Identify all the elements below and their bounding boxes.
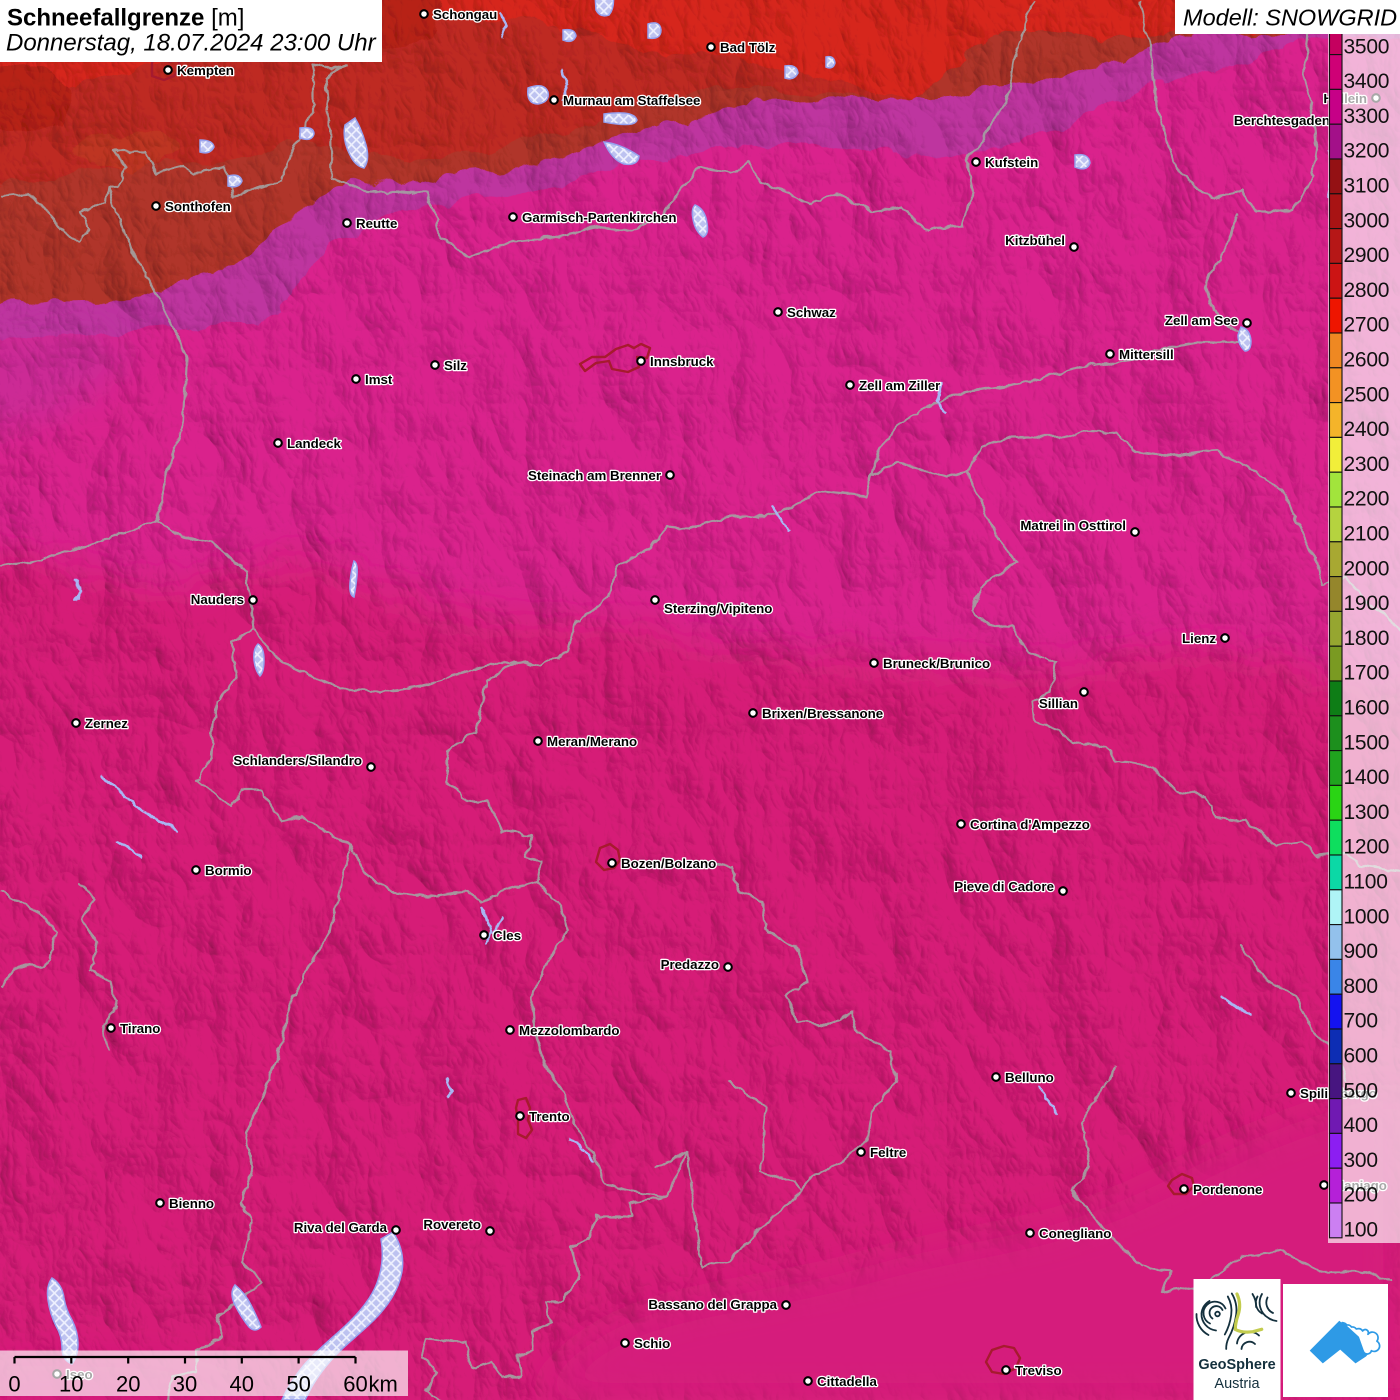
svg-text:50: 50 xyxy=(286,1372,310,1397)
svg-text:Nauders: Nauders xyxy=(191,592,244,607)
svg-text:Rovereto: Rovereto xyxy=(423,1217,481,1232)
svg-text:Riva del Garda: Riva del Garda xyxy=(294,1220,388,1235)
svg-text:Murnau am Staffelsee: Murnau am Staffelsee xyxy=(563,93,700,108)
svg-text:Berchtesgaden: Berchtesgaden xyxy=(1234,113,1330,128)
svg-text:Schlanders/Silandro: Schlanders/Silandro xyxy=(233,753,362,768)
svg-text:700: 700 xyxy=(1344,1010,1378,1033)
svg-text:Zell am See: Zell am See xyxy=(1165,313,1238,328)
svg-text:3500: 3500 xyxy=(1344,35,1390,58)
svg-text:1700: 1700 xyxy=(1344,662,1390,685)
svg-text:20: 20 xyxy=(116,1372,140,1397)
svg-text:Bad Tölz: Bad Tölz xyxy=(720,40,776,55)
svg-text:Mezzolombardo: Mezzolombardo xyxy=(519,1023,619,1038)
svg-text:Cittadella: Cittadella xyxy=(817,1374,877,1389)
svg-text:Modell: SNOWGRID: Modell: SNOWGRID xyxy=(1183,5,1397,31)
svg-text:Sonthofen: Sonthofen xyxy=(165,199,231,214)
svg-text:Innsbruck: Innsbruck xyxy=(650,354,714,369)
svg-text:Lienz: Lienz xyxy=(1182,631,1216,646)
svg-text:Matrei in Osttirol: Matrei in Osttirol xyxy=(1020,518,1126,533)
svg-text:3300: 3300 xyxy=(1344,105,1390,128)
svg-text:Garmisch-Partenkirchen: Garmisch-Partenkirchen xyxy=(522,210,676,225)
svg-text:1900: 1900 xyxy=(1344,592,1390,615)
svg-text:Reutte: Reutte xyxy=(356,216,397,231)
svg-text:1000: 1000 xyxy=(1344,905,1390,928)
svg-text:0: 0 xyxy=(8,1372,20,1397)
svg-text:1400: 1400 xyxy=(1344,766,1390,789)
svg-text:Bormio: Bormio xyxy=(205,863,252,878)
svg-text:Trento: Trento xyxy=(529,1109,570,1124)
svg-text:1200: 1200 xyxy=(1344,836,1390,859)
svg-text:1600: 1600 xyxy=(1344,697,1390,720)
svg-text:Brixen/Bressanone: Brixen/Bressanone xyxy=(762,706,883,721)
svg-text:Sillian: Sillian xyxy=(1039,696,1078,711)
svg-text:2800: 2800 xyxy=(1344,279,1390,302)
svg-text:Zell am Ziller: Zell am Ziller xyxy=(859,378,940,393)
svg-text:Pieve di Cadore: Pieve di Cadore xyxy=(954,879,1054,894)
svg-text:2000: 2000 xyxy=(1344,557,1390,580)
svg-text:Bassano del Grappa: Bassano del Grappa xyxy=(648,1297,777,1312)
svg-text:300: 300 xyxy=(1344,1149,1378,1172)
svg-text:Bozen/Bolzano: Bozen/Bolzano xyxy=(621,856,716,871)
svg-text:1300: 1300 xyxy=(1344,801,1390,824)
svg-text:Donnerstag, 18.07.2024 23:00 U: Donnerstag, 18.07.2024 23:00 Uhr xyxy=(6,30,377,57)
svg-text:2400: 2400 xyxy=(1344,418,1390,441)
svg-text:600: 600 xyxy=(1344,1045,1378,1068)
svg-text:Imst: Imst xyxy=(365,372,393,387)
svg-text:1100: 1100 xyxy=(1344,871,1388,894)
svg-text:Landeck: Landeck xyxy=(287,436,342,451)
svg-text:2300: 2300 xyxy=(1344,453,1390,476)
svg-text:900: 900 xyxy=(1344,940,1378,963)
svg-text:Bruneck/Brunico: Bruneck/Brunico xyxy=(883,656,990,671)
svg-text:Schongau: Schongau xyxy=(433,7,497,22)
svg-text:60: 60 xyxy=(343,1372,367,1397)
svg-text:Predazzo: Predazzo xyxy=(661,957,719,972)
svg-text:Conegliano: Conegliano xyxy=(1039,1226,1111,1241)
svg-text:10: 10 xyxy=(59,1372,83,1397)
svg-text:2600: 2600 xyxy=(1344,349,1390,372)
svg-text:Sterzing/Vipiteno: Sterzing/Vipiteno xyxy=(664,601,772,616)
svg-text:Belluno: Belluno xyxy=(1005,1070,1054,1085)
svg-text:Treviso: Treviso xyxy=(1015,1363,1062,1378)
svg-text:100: 100 xyxy=(1344,1219,1378,1242)
svg-text:2500: 2500 xyxy=(1344,383,1390,406)
svg-text:Pordenone: Pordenone xyxy=(1193,1182,1262,1197)
svg-text:Schneefallgrenze [m]: Schneefallgrenze [m] xyxy=(7,5,244,32)
svg-text:400: 400 xyxy=(1344,1114,1378,1137)
svg-text:Mittersill: Mittersill xyxy=(1119,347,1174,362)
svg-text:30: 30 xyxy=(173,1372,197,1397)
svg-text:2900: 2900 xyxy=(1344,244,1390,267)
svg-text:Schwaz: Schwaz xyxy=(787,305,836,320)
svg-text:3100: 3100 xyxy=(1344,175,1390,198)
svg-text:Kitzbühel: Kitzbühel xyxy=(1005,233,1065,248)
svg-text:Cles: Cles xyxy=(493,928,521,943)
svg-text:Tirano: Tirano xyxy=(120,1021,160,1036)
svg-text:2200: 2200 xyxy=(1344,488,1390,511)
svg-text:km: km xyxy=(369,1372,398,1397)
svg-text:3000: 3000 xyxy=(1344,209,1390,232)
svg-text:Steinach am Brenner: Steinach am Brenner xyxy=(528,468,661,483)
svg-text:500: 500 xyxy=(1344,1079,1378,1102)
svg-text:Feltre: Feltre xyxy=(870,1145,906,1160)
svg-text:2700: 2700 xyxy=(1344,314,1390,337)
svg-text:Zernez: Zernez xyxy=(85,716,128,731)
svg-text:40: 40 xyxy=(230,1372,254,1397)
svg-text:Meran/Merano: Meran/Merano xyxy=(547,734,637,749)
svg-text:Schio: Schio xyxy=(634,1336,670,1351)
svg-text:Kufstein: Kufstein xyxy=(985,155,1038,170)
svg-text:GeoSphere: GeoSphere xyxy=(1198,1357,1275,1373)
svg-text:3400: 3400 xyxy=(1344,70,1390,93)
svg-text:3200: 3200 xyxy=(1344,140,1390,163)
svg-text:Bienno: Bienno xyxy=(169,1196,214,1211)
svg-text:Kempten: Kempten xyxy=(177,63,234,78)
svg-text:800: 800 xyxy=(1344,975,1378,998)
svg-text:1800: 1800 xyxy=(1344,627,1390,650)
svg-text:2100: 2100 xyxy=(1344,523,1390,546)
svg-text:Silz: Silz xyxy=(444,358,467,373)
svg-text:Austria: Austria xyxy=(1214,1376,1260,1392)
svg-text:200: 200 xyxy=(1344,1184,1378,1207)
svg-text:1500: 1500 xyxy=(1344,731,1390,754)
svg-text:Cortina d'Ampezzo: Cortina d'Ampezzo xyxy=(970,817,1090,832)
